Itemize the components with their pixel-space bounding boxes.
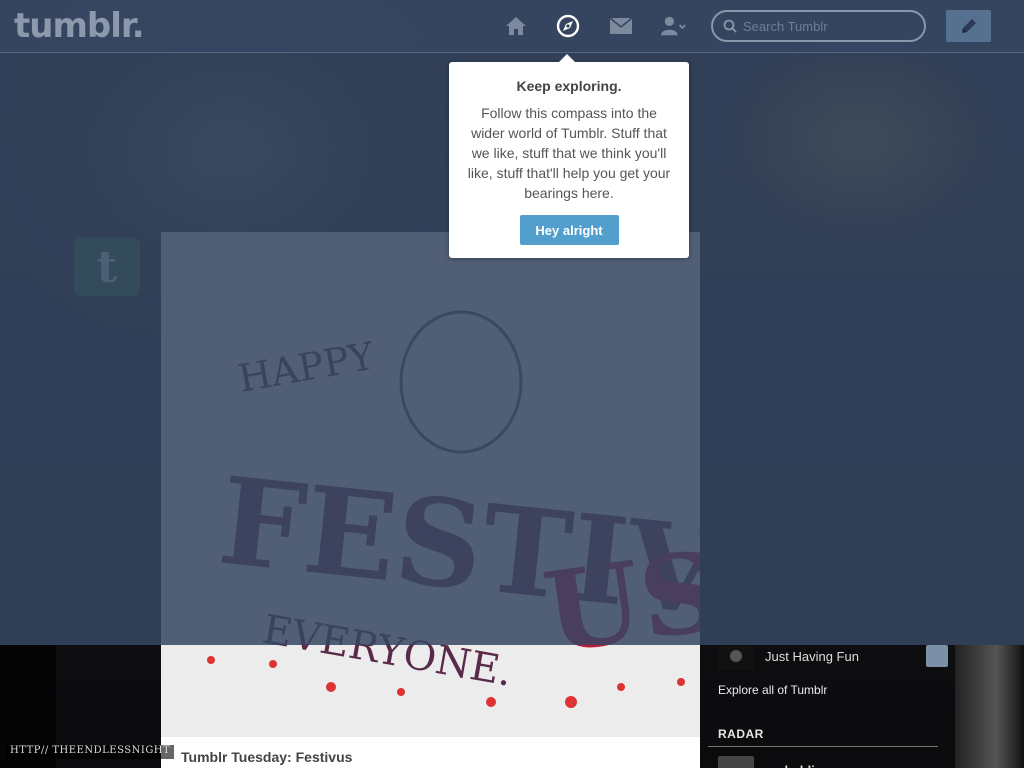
popover-body: Follow this compass into the wider world… <box>467 105 671 201</box>
search-icon <box>723 19 737 33</box>
search-input[interactable] <box>743 18 913 34</box>
account-icon[interactable] <box>661 13 687 39</box>
explore-popover: Keep exploring. Follow this compass into… <box>449 54 689 258</box>
explore-all-link[interactable]: Explore all of Tumblr <box>718 683 827 697</box>
radar-user[interactable]: racheldinozzo <box>718 756 852 768</box>
post-caption: Tumblr Tuesday: Festivus <box>161 737 700 768</box>
radar-avatar <box>718 756 754 768</box>
background-right-strip <box>955 645 1024 768</box>
home-icon[interactable] <box>503 13 529 39</box>
avatar-image-icon <box>730 650 742 662</box>
radar-username[interactable]: racheldinozzo <box>765 763 852 768</box>
blog-avatar <box>718 642 754 670</box>
pencil-icon <box>961 19 976 33</box>
post-title[interactable]: Tumblr Tuesday: Festivus <box>181 749 680 765</box>
follow-button[interactable] <box>926 645 948 667</box>
search-box[interactable] <box>711 10 926 42</box>
popover-arrow <box>559 54 575 62</box>
tumblr-logo[interactable]: tumblr. <box>14 6 145 46</box>
compass-icon[interactable] <box>555 13 581 39</box>
compose-button[interactable] <box>946 10 991 42</box>
mail-icon[interactable] <box>608 13 634 39</box>
hey-alright-button[interactable]: Hey alright <box>519 215 619 245</box>
radar-divider <box>708 746 938 747</box>
top-header: tumblr. <box>0 0 1024 53</box>
popover-title: Keep exploring. <box>516 78 622 94</box>
radar-heading: RADAR <box>718 727 764 741</box>
recommended-blog-name[interactable]: Just Having Fun <box>765 649 859 664</box>
image-watermark: HTTP// THEENDLESSNIGHT <box>6 745 175 759</box>
